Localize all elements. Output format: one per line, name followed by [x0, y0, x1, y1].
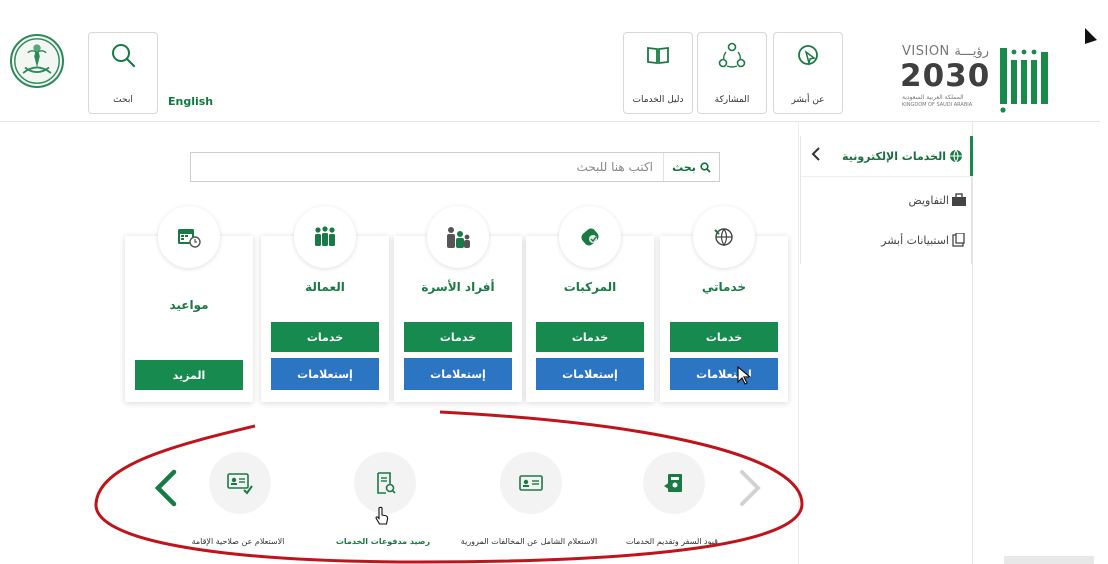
sidebar-item-surveys[interactable]: استبيانات أبشر [801, 220, 973, 260]
id-check-icon [209, 452, 271, 514]
search-box: بحث [190, 152, 720, 182]
search-icon [89, 41, 157, 71]
card-title: أفراد الأسرة [421, 280, 495, 294]
pointer-icon [774, 41, 842, 71]
search-nav-label: ابحث [113, 95, 133, 105]
carousel-item-residency-validity[interactable]: الاستعلام عن صلاحية الإقامة [163, 452, 313, 562]
carousel-item-label: قيود السفر وتقديم الخدمات [626, 537, 718, 546]
vision-en-word: VISION [902, 44, 950, 59]
carousel-item-travel-restrictions[interactable]: قيود السفر وتقديم الخدمات [597, 452, 747, 562]
clipboard-icon [951, 232, 967, 247]
search-icon [700, 161, 711, 173]
carousel-item-label: الاستعلام عن صلاحية الإقامة [191, 537, 285, 546]
about-absher-label: عن أبشر [791, 95, 825, 105]
services-button[interactable]: خدمات [536, 322, 644, 352]
sidebar-item-label: التفاويض [908, 194, 950, 207]
vision-ar-word: رؤيـــة [954, 44, 989, 59]
more-button[interactable]: المزيد [135, 360, 243, 390]
vision-sub-ar: المملكة العربية السعودية [902, 94, 964, 101]
inquiries-button[interactable]: استعلامات [670, 358, 778, 390]
car-icon [559, 206, 621, 268]
content-divider [798, 122, 799, 564]
carousel-item-traffic-violations[interactable]: الاستعلام الشامل عن المخالفات المرورية [454, 452, 604, 562]
passport-icon [643, 452, 705, 514]
right-panel [972, 122, 1100, 564]
family-icon [427, 206, 489, 268]
absher-logo-icon [998, 38, 1056, 114]
card-vehicles[interactable]: المركبات خدمات إستعلامات [526, 206, 654, 402]
services-guide-button[interactable]: دليل الخدمات [623, 32, 693, 114]
about-absher-button[interactable]: عن أبشر [773, 32, 843, 114]
vision-2030-logo: VISION رؤيـــة 2030 المملكة العربية السع… [898, 42, 994, 112]
card-title: المركبات [563, 280, 617, 294]
card-appointments[interactable]: مواعيد المزيد [125, 206, 253, 402]
calendar-icon [158, 206, 220, 268]
mouse-pointer-icon [737, 365, 753, 386]
scroll-indicator [1004, 556, 1094, 564]
services-button[interactable]: خدمات [271, 322, 379, 352]
search-button[interactable]: بحث [663, 153, 719, 181]
corner-mark-icon [1085, 28, 1099, 44]
participation-label: المشاركة [714, 95, 750, 105]
card-family-members[interactable]: أفراد الأسرة خدمات إستعلامات [394, 206, 522, 402]
services-guide-label: دليل الخدمات [632, 95, 684, 105]
inquiries-button[interactable]: إستعلامات [271, 358, 379, 390]
chevron-left-icon[interactable] [809, 146, 823, 162]
language-link[interactable]: English [168, 95, 213, 108]
share-icon [698, 41, 766, 71]
card-title: العمالة [305, 280, 345, 294]
search-button-label: بحث [672, 160, 696, 174]
header: ابحث English دليل الخدمات المشاركة عن أب… [0, 0, 1108, 122]
book-icon [624, 41, 692, 71]
sidebar-item-e-services[interactable]: الخدمات الإلكترونية [801, 136, 973, 176]
services-button[interactable]: خدمات [404, 322, 512, 352]
inquiries-button[interactable]: إستعلامات [536, 358, 644, 390]
vision-sub-en: KINGDOM OF SAUDI ARABIA [902, 102, 973, 108]
vision-year: 2030 [900, 58, 991, 94]
hand-cursor-icon [374, 506, 390, 526]
workers-icon [294, 206, 356, 268]
card-my-services[interactable]: خدماتي خدمات استعلامات [660, 206, 788, 402]
sidebar: الخدمات الإلكترونية التفاويض استبيانات أ… [800, 136, 973, 264]
inquiries-button[interactable]: إستعلامات [404, 358, 512, 390]
briefcase-icon [951, 192, 967, 206]
carousel-item-label: رصيد مدفوعات الخدمات [335, 537, 431, 546]
card-title: خدماتي [701, 280, 747, 294]
id-card-icon [500, 452, 562, 514]
sidebar-item-label: الخدمات الإلكترونية [842, 150, 946, 163]
globe-icon [693, 206, 755, 268]
search-nav-button[interactable]: ابحث [88, 32, 158, 114]
globe-icon [948, 148, 964, 163]
card-title: مواعيد [169, 298, 209, 312]
sidebar-divider [801, 176, 973, 177]
sidebar-item-delegations[interactable]: التفاويض [801, 180, 973, 220]
saudi-emblem-icon [10, 34, 64, 88]
search-input[interactable] [199, 153, 659, 181]
services-button[interactable]: خدمات [670, 322, 778, 352]
participation-button[interactable]: المشاركة [697, 32, 767, 114]
sidebar-item-label: استبيانات أبشر [881, 234, 949, 247]
receipt-search-icon [354, 452, 416, 514]
carousel-item-label: الاستعلام الشامل عن المخالفات المرورية [460, 537, 598, 546]
card-labor[interactable]: العمالة خدمات إستعلامات [261, 206, 389, 402]
header-divider [0, 121, 1100, 122]
